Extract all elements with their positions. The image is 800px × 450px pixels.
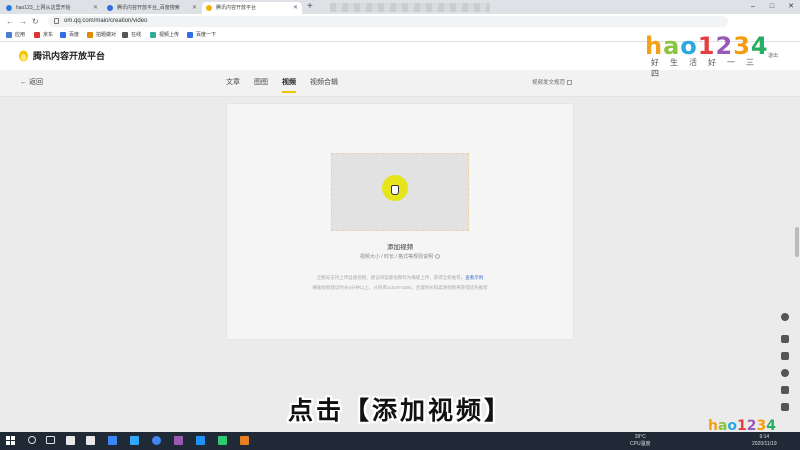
chrome-icon[interactable] (152, 436, 161, 445)
tab-label: 腾讯内容开放平台_百度搜索 (117, 5, 180, 11)
bookmark-label: 应用 (15, 32, 26, 38)
back-arrow-icon[interactable]: ← (6, 16, 14, 27)
bookmark-baidu-search[interactable]: 百度一下 (187, 29, 216, 41)
task-view-icon[interactable] (46, 436, 55, 444)
close-tab-icon[interactable]: ✕ (93, 2, 98, 14)
taskbar-app-5-icon[interactable] (218, 436, 227, 445)
address-bar[interactable]: om.qq.com/main/creation/video (48, 16, 728, 27)
clock[interactable]: 9:14 2020/11/19 (752, 434, 777, 448)
penguin-favicon-icon (206, 5, 212, 11)
browser-tab-baidu-search[interactable]: 腾讯内容开放平台_百度搜索 ✕ (103, 2, 201, 14)
inbox-icon[interactable] (781, 352, 789, 360)
close-tab-icon[interactable]: ✕ (192, 2, 197, 14)
platform-title[interactable]: 腾讯内容开放平台 (33, 50, 105, 62)
url-text[interactable]: om.qq.com/main/creation/video (64, 16, 147, 27)
close-window-button[interactable]: ✕ (782, 0, 800, 13)
upload-note-line2: 横版视频建议时长4分钟以上，分辨率≥1920*1080，合理时长和高清视频将获得… (312, 285, 488, 290)
close-tab-icon[interactable]: ✕ (293, 2, 298, 14)
add-video-dropzone[interactable] (331, 153, 469, 231)
temperature: 39°C (634, 434, 646, 440)
document-icon[interactable] (781, 335, 789, 343)
bookmark-baidu[interactable]: 百度 (60, 29, 79, 41)
tab-article[interactable]: 文章 (226, 78, 240, 88)
browser-tab-hao123[interactable]: hao123_上网从这里开始 ✕ (2, 2, 102, 14)
upload-note-line1: 企鹅号支持上传竖版视频，建议将竖版视频作为横版上传，获得全新推荐。查看示例 (227, 275, 573, 281)
baidu-icon (60, 32, 66, 38)
external-link-icon (567, 80, 573, 85)
photoshop-icon[interactable] (130, 436, 139, 445)
search-icon[interactable] (28, 436, 36, 444)
tab-label: 腾讯内容开放平台 (216, 5, 257, 11)
premiere-icon[interactable] (174, 436, 183, 445)
forward-arrow-icon[interactable]: → (19, 16, 27, 27)
bookmark-label: 京东 (43, 32, 54, 38)
jd-icon (34, 32, 40, 38)
bookmark-label: 在线 (131, 32, 142, 38)
browser-toolbar: ← → ↻ om.qq.com/main/creation/video (0, 14, 800, 29)
headset-icon[interactable] (781, 369, 789, 377)
taskbar-app-2-icon[interactable] (86, 436, 95, 445)
upload-card: 添加视频 视频大小 / 时长 / 格式等规则说明 企鹅号支持上传竖版视频，建议将… (226, 103, 574, 340)
bookmark-video-upload[interactable]: 视频上传 (150, 29, 179, 41)
video-spec-link[interactable]: 视频发文规范 (532, 79, 573, 87)
bookmark-label: 百度 (69, 32, 80, 38)
back-link[interactable]: ← 返回 (20, 78, 43, 88)
active-tab-indicator (282, 91, 296, 93)
note-text: 企鹅号支持上传竖版视频，建议将竖版视频作为横版上传，获得全新推荐。 (316, 275, 466, 280)
clock-time: 9:14 (759, 434, 770, 440)
back-arrow-icon: ← (20, 79, 29, 86)
click-highlight-cursor-icon (382, 175, 408, 201)
browser-tab-bar: hao123_上网从这里开始 ✕ 腾讯内容开放平台_百度搜索 ✕ 腾讯内容开放平… (0, 0, 800, 14)
apps-grid-icon (6, 32, 12, 38)
clock-date: 2020/11/19 (752, 441, 777, 447)
add-video-subtitle: 视频大小 / 时长 / 格式等规则说明 (227, 253, 573, 260)
windows-taskbar: 39°C CPU温度 9:14 2020/11/19 (0, 432, 800, 450)
help-icon[interactable] (435, 254, 441, 259)
subtitle-text: 视频大小 / 时长 / 格式等规则说明 (359, 254, 434, 260)
video-subtitle-caption: 点击【添加视频】 (287, 396, 512, 425)
hao123-favicon-icon (6, 5, 12, 11)
weather-widget[interactable]: 39°C CPU温度 (630, 434, 651, 448)
windows-start-icon[interactable] (6, 436, 15, 445)
bookmark-jd[interactable]: 京东 (34, 29, 53, 41)
taskbar-app-3-icon[interactable] (108, 436, 117, 445)
lock-icon (54, 18, 59, 24)
minimize-button[interactable]: – (744, 0, 762, 13)
tab-video-collection[interactable]: 视频合辑 (310, 78, 338, 88)
new-tab-button[interactable]: + (307, 1, 313, 12)
cloud-icon (150, 32, 156, 38)
watermark-brand-letters: hao1234 (645, 32, 769, 60)
bookmark-label: 拍题做对 (96, 32, 117, 38)
reload-icon[interactable]: ↻ (32, 16, 39, 27)
bookmark-apps[interactable]: 应用 (6, 29, 25, 41)
penguin-logo-icon[interactable] (18, 50, 29, 62)
tab-label: hao123_上网从这里开始 (16, 5, 71, 11)
taskbar-app-4-icon[interactable] (196, 436, 205, 445)
watermark-tagline: 好生活好一三四 (651, 58, 765, 78)
blurred-region (330, 3, 490, 12)
taskbar-app-6-icon[interactable] (240, 436, 249, 445)
tab-video[interactable]: 视频 (282, 78, 296, 88)
scrollbar-thumb[interactable] (795, 227, 799, 257)
bookmark-online[interactable]: 在线 (122, 29, 141, 41)
baidu-favicon-icon (107, 5, 113, 11)
bookmark-label: 视频上传 (159, 32, 180, 38)
tab-image[interactable]: 图图 (254, 78, 268, 88)
maximize-button[interactable]: □ (763, 0, 781, 13)
paiti-icon (87, 32, 93, 38)
weather-label: CPU温度 (630, 441, 651, 447)
bookmark-paiti[interactable]: 拍题做对 (87, 29, 116, 41)
add-video-title[interactable]: 添加视频 (227, 241, 573, 251)
page-icon (122, 32, 128, 38)
hand-pointer-icon (391, 185, 399, 195)
see-example-link[interactable]: 查看示例 (465, 275, 483, 280)
taskbar-app-1-icon[interactable] (66, 436, 75, 445)
wechat-icon[interactable] (781, 313, 789, 321)
spec-label: 视频发文规范 (532, 80, 566, 86)
back-label: 返回 (28, 79, 43, 86)
bookmark-label: 百度一下 (196, 32, 217, 38)
hao123-watermark-logo: hao1234 好生活好一三四 (645, 32, 775, 78)
baidu-icon (187, 32, 193, 38)
browser-tab-om-qq[interactable]: 腾讯内容开放平台 ✕ (202, 2, 302, 14)
